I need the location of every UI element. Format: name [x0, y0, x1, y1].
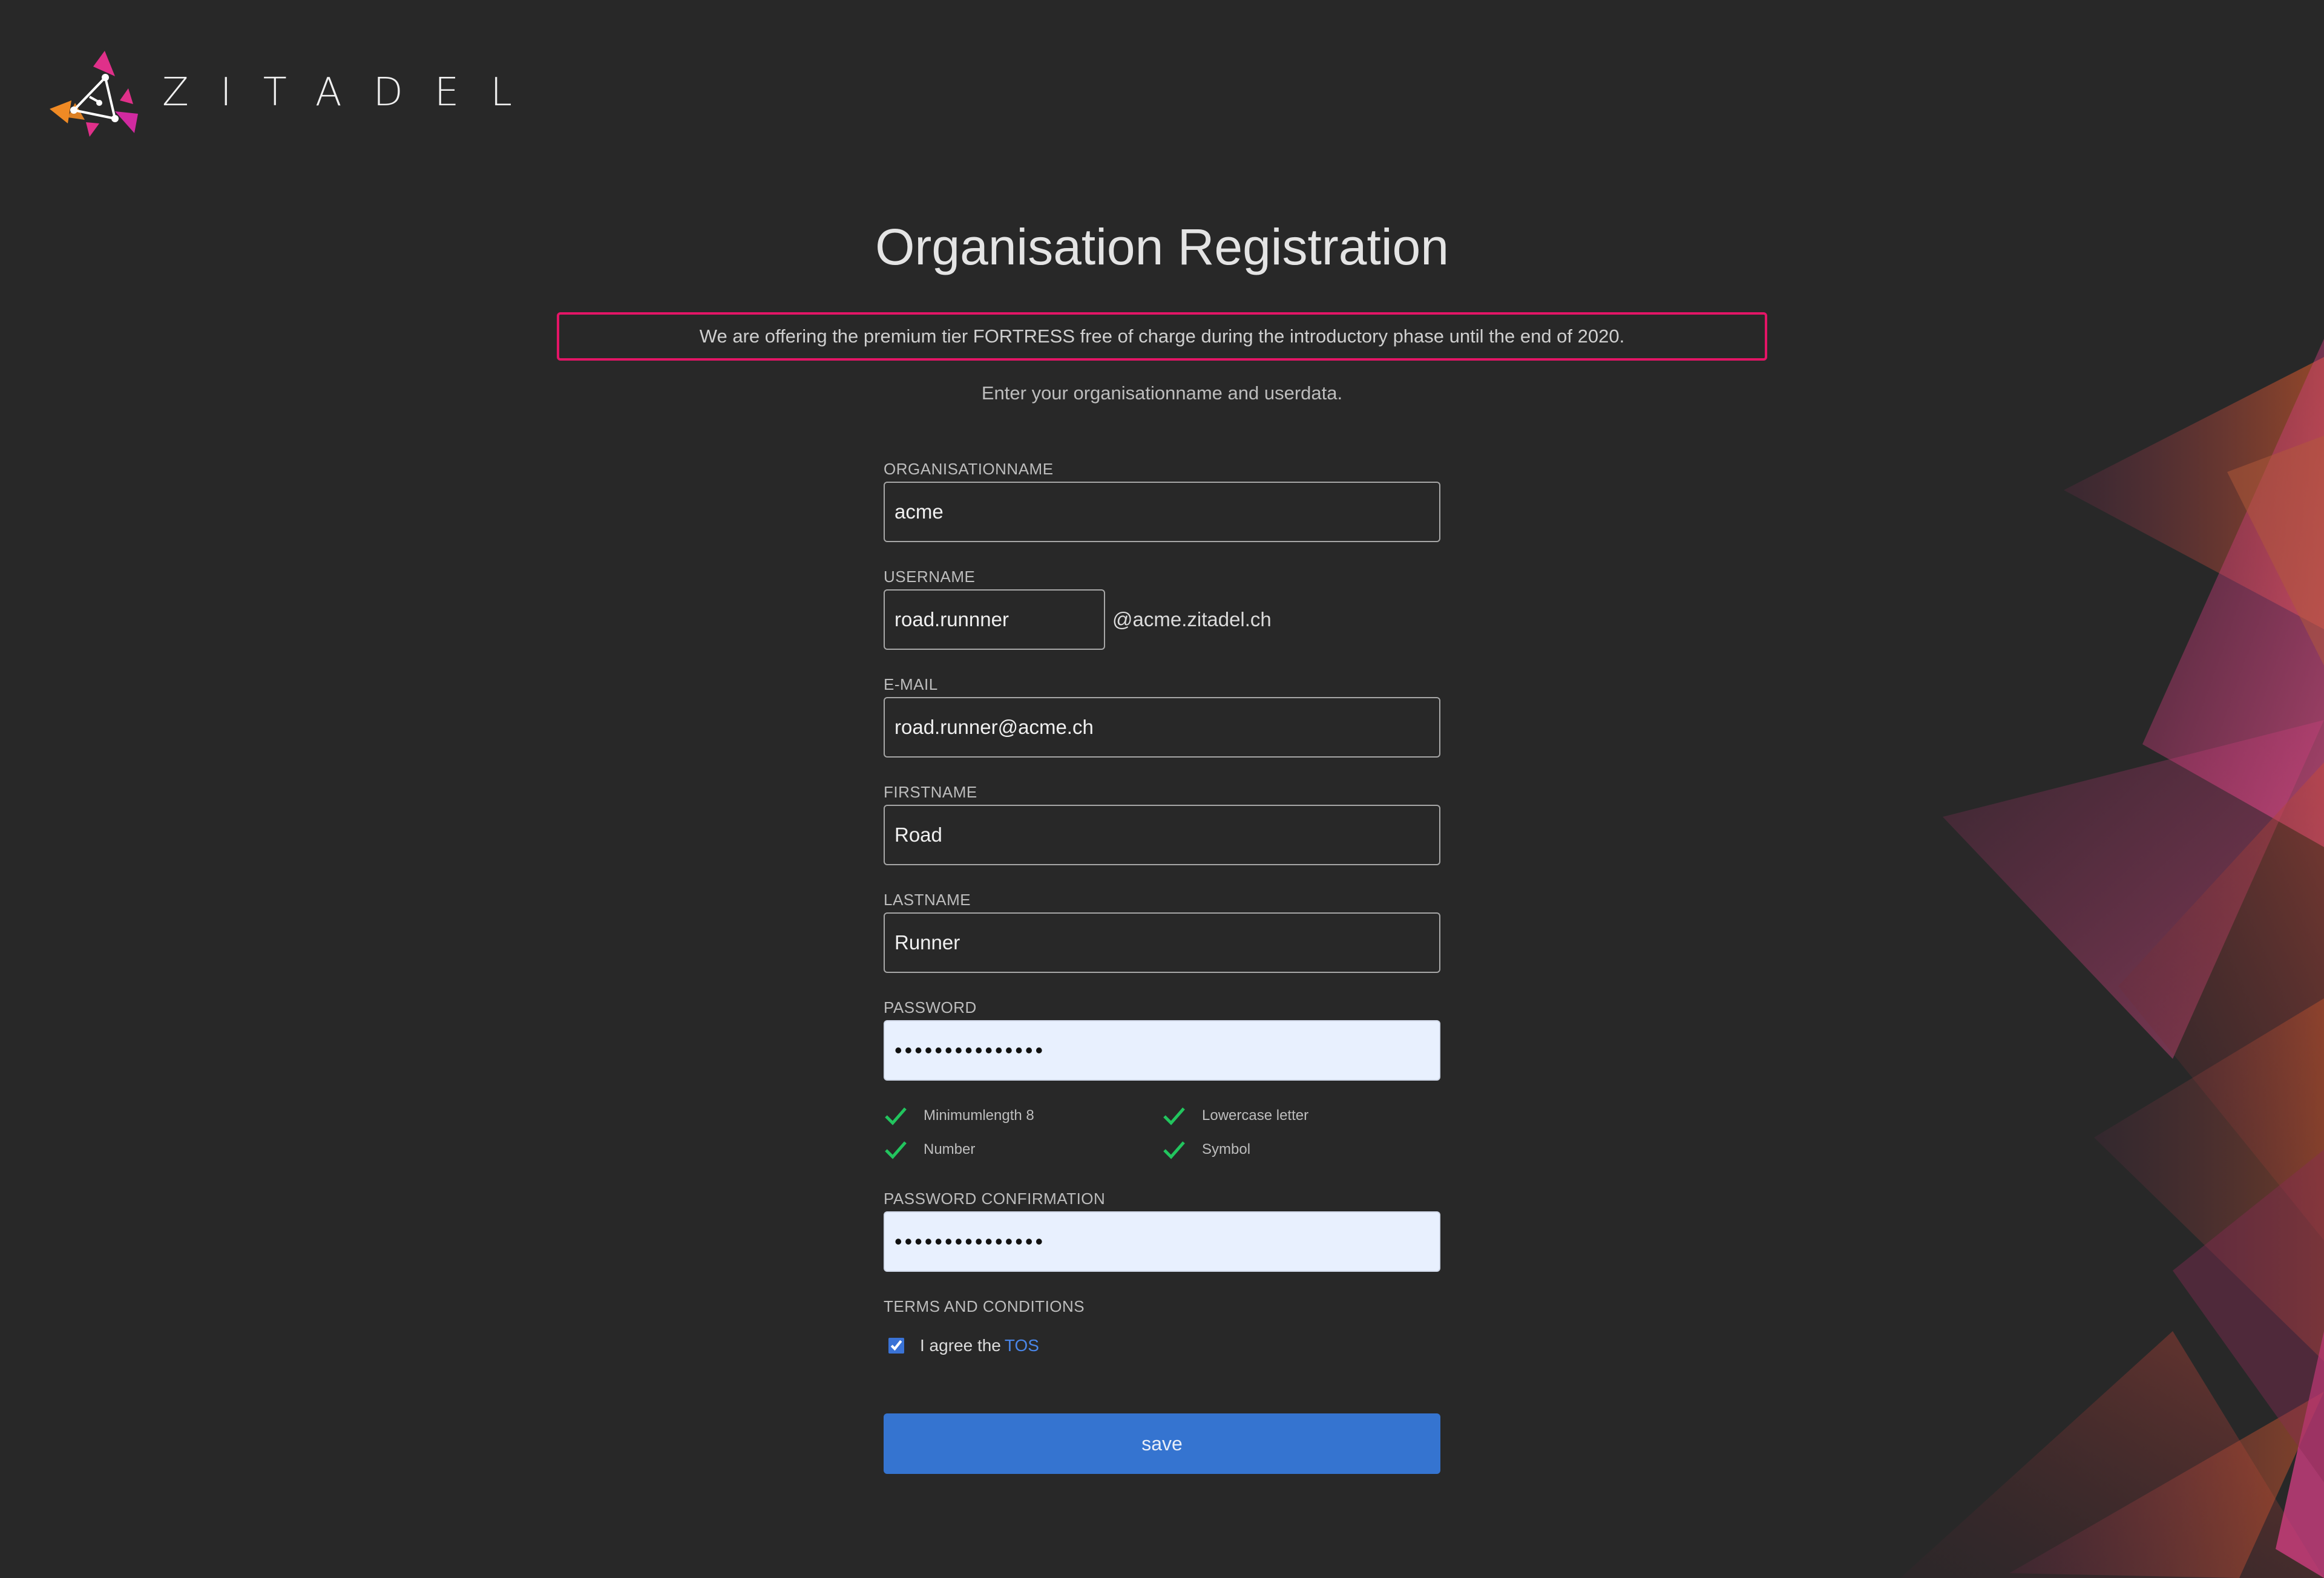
brand-name: ZITADEL: [162, 70, 543, 115]
check-icon: [1163, 1141, 1185, 1159]
tos-link[interactable]: TOS: [1005, 1336, 1039, 1355]
password-rule-label: Number: [924, 1141, 976, 1157]
brand-logo: ZITADEL: [47, 48, 543, 137]
password-rule: Number: [884, 1138, 1162, 1162]
lastname-group: LASTNAME: [884, 891, 1440, 998]
password-rule-label: Symbol: [1202, 1141, 1251, 1157]
save-button[interactable]: save: [884, 1413, 1440, 1474]
organisation-label: ORGANISATIONNAME: [884, 460, 1054, 478]
password-input[interactable]: [884, 1020, 1440, 1081]
registration-form: ORGANISATIONNAME USERNAME @acme.zitadel.…: [884, 460, 1440, 1474]
page-title: Organisation Registration: [875, 218, 1449, 275]
password-label: PASSWORD: [884, 998, 977, 1017]
tos-agree-text: I agree the: [920, 1336, 1001, 1355]
organisation-group: ORGANISATIONNAME: [884, 460, 1440, 568]
check-icon: [885, 1107, 907, 1125]
password-group: PASSWORD Minimumlength 8 Lowercase lette…: [884, 998, 1440, 1190]
lastname-input[interactable]: [884, 912, 1440, 973]
username-label: USERNAME: [884, 568, 976, 586]
password-rule-label: Lowercase letter: [1202, 1107, 1309, 1124]
firstname-group: FIRSTNAME: [884, 783, 1440, 891]
email-group: E-MAIL: [884, 675, 1440, 783]
terms-group: TERMS AND CONDITIONS I agree the TOS: [884, 1297, 1440, 1355]
password-rule: Lowercase letter: [1162, 1104, 1440, 1128]
email-label: E-MAIL: [884, 675, 938, 693]
password-rule: Symbol: [1162, 1138, 1440, 1162]
password-confirmation-group: PASSWORD CONFIRMATION: [884, 1190, 1440, 1297]
promo-text: We are offering the premium tier FORTRES…: [699, 326, 1625, 347]
terms-label: TERMS AND CONDITIONS: [884, 1297, 1085, 1315]
firstname-label: FIRSTNAME: [884, 783, 977, 801]
check-icon: [1163, 1107, 1185, 1125]
username-input[interactable]: [884, 589, 1105, 650]
check-icon: [885, 1141, 907, 1159]
zitadel-logo-icon: [50, 51, 138, 137]
password-rule-label: Minimumlength 8: [924, 1107, 1034, 1124]
lastname-label: LASTNAME: [884, 891, 971, 909]
organisation-input[interactable]: [884, 482, 1440, 542]
email-input[interactable]: [884, 697, 1440, 758]
password-confirmation-label: PASSWORD CONFIRMATION: [884, 1190, 1106, 1208]
password-rule: Minimumlength 8: [884, 1104, 1162, 1128]
password-rules: Minimumlength 8 Lowercase letter Number …: [884, 1104, 1440, 1162]
password-confirmation-input[interactable]: [884, 1211, 1440, 1272]
tos-checkbox[interactable]: [888, 1338, 904, 1354]
username-group: USERNAME @acme.zitadel.ch: [884, 568, 1440, 675]
page-subtitle: Enter your organisationname and userdata…: [981, 382, 1343, 404]
username-domain-suffix: @acme.zitadel.ch: [1112, 608, 1272, 630]
firstname-input[interactable]: [884, 805, 1440, 865]
promo-banner: We are offering the premium tier FORTRES…: [557, 312, 1767, 361]
